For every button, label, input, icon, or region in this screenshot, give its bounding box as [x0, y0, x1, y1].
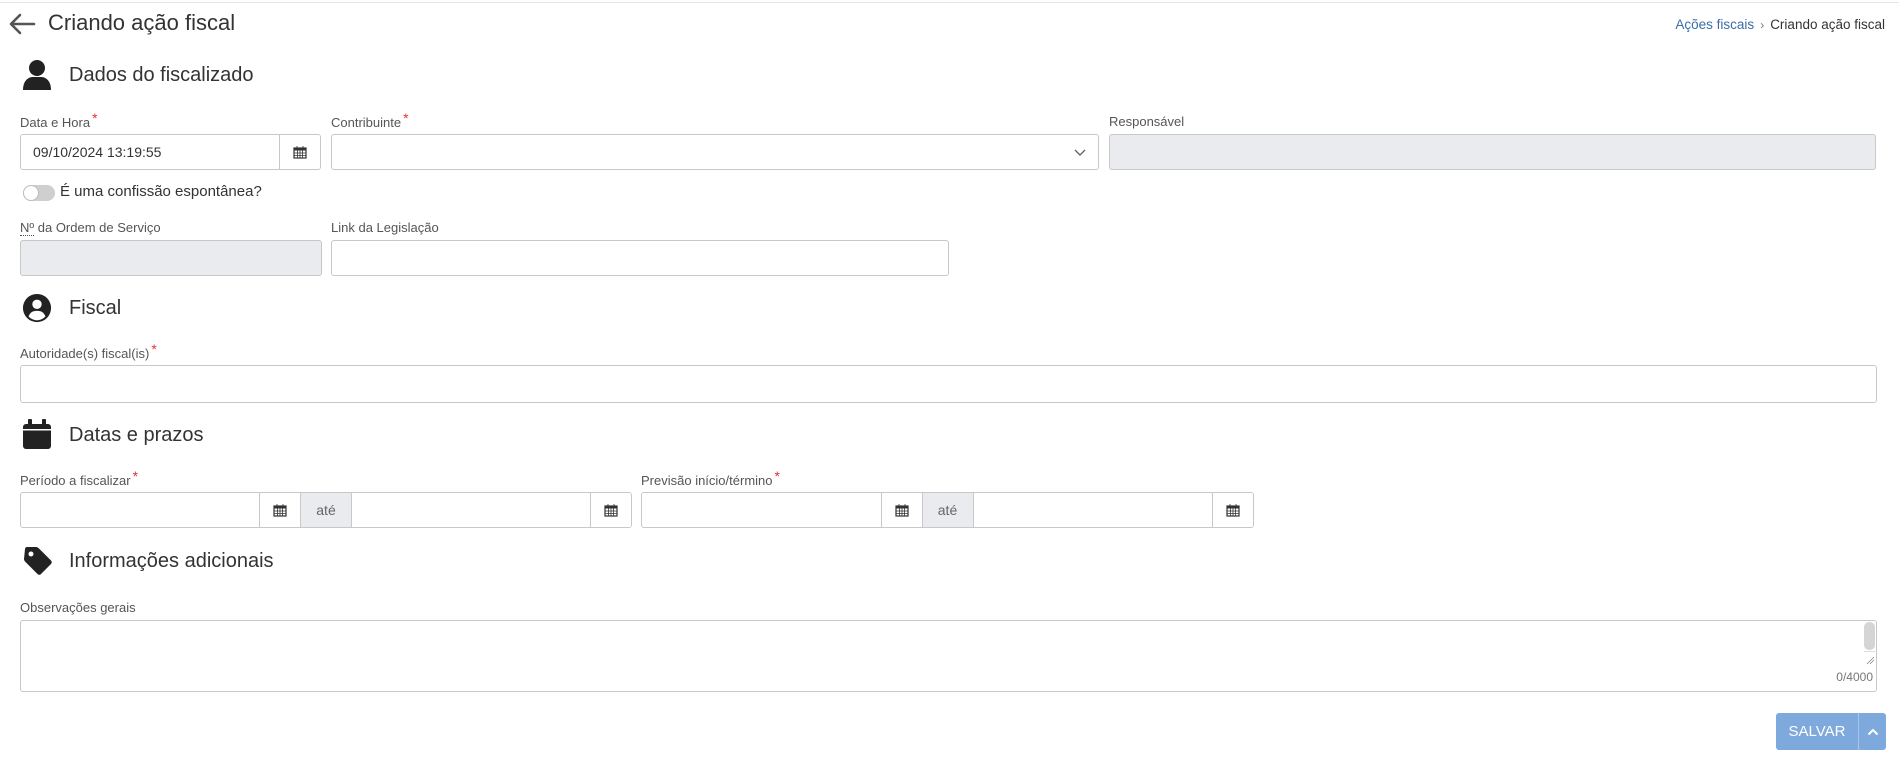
autoridades-label: Autoridade(s) fiscal(is) * [20, 341, 157, 361]
periodo-separator: até [300, 493, 351, 527]
responsavel-input [1109, 134, 1876, 170]
periodo-fim-input[interactable] [351, 493, 590, 527]
tag-icon [24, 547, 52, 575]
data-hora-calendar-button[interactable] [279, 135, 320, 169]
previsao-inicio-calendar-button[interactable] [880, 493, 922, 527]
section-title-datas: Datas e prazos [69, 424, 204, 446]
periodo-inicio-calendar-button[interactable] [259, 493, 300, 527]
confissao-label: É uma confissão espontânea? [60, 183, 262, 200]
save-button[interactable]: SALVAR [1776, 713, 1858, 750]
toggle-knob [23, 185, 39, 201]
save-button-group: SALVAR [1776, 713, 1886, 750]
previsao-fim-calendar-button[interactable] [1212, 493, 1253, 527]
data-hora-label: Data e Hora * [20, 110, 98, 130]
character-counter: 0/4000 [1836, 670, 1873, 684]
confissao-toggle[interactable] [23, 185, 55, 201]
responsavel-label: Responsável [1109, 114, 1185, 129]
page-title: Criando ação fiscal [48, 10, 236, 35]
breadcrumb: Ações fiscais › Criando ação fiscal [1675, 17, 1885, 32]
resize-grip-icon [1866, 656, 1875, 665]
periodo-inicio-input[interactable] [21, 493, 259, 527]
section-title-fiscal: Fiscal [69, 297, 122, 319]
link-legislacao-label: Link da Legislação [331, 220, 439, 235]
observacoes-textarea[interactable] [20, 620, 1877, 692]
previsao-fim-input[interactable] [972, 493, 1213, 527]
autoridades-input[interactable] [20, 365, 1877, 403]
periodo-label: Período a fiscalizar * [20, 468, 139, 488]
chevron-down-icon [1074, 149, 1086, 156]
textarea-resize-handle[interactable] [1864, 651, 1875, 665]
ordem-servico-input [20, 240, 322, 276]
calendar-icon [894, 504, 909, 517]
periodo-range: até [20, 492, 632, 528]
breadcrumb-current: Criando ação fiscal [1770, 17, 1885, 32]
calendar-icon [604, 504, 618, 517]
link-legislacao-input[interactable] [331, 240, 949, 276]
breadcrumb-separator: › [1760, 17, 1765, 32]
periodo-fim-calendar-button[interactable] [590, 493, 631, 527]
calendar-icon [273, 504, 287, 517]
data-hora-field: 09/10/2024 13:19:55 [20, 134, 321, 170]
top-divider [0, 2, 1899, 3]
previsao-inicio-input[interactable] [642, 493, 881, 527]
previsao-label: Previsão início/término * [641, 468, 780, 488]
calendar-icon [293, 146, 307, 159]
user-icon [23, 60, 51, 90]
contribuinte-label: Contribuinte * [331, 110, 409, 130]
observacoes-label: Observações gerais [20, 600, 136, 615]
calendar-icon [1226, 504, 1240, 517]
calendar-icon [23, 419, 51, 449]
arrow-left-icon[interactable] [8, 12, 36, 36]
save-options-toggle[interactable] [1858, 713, 1886, 750]
ordem-servico-label: Nº da Ordem de Serviço [20, 220, 161, 236]
user-circle-icon [22, 293, 52, 323]
section-title-fiscalizado: Dados do fiscalizado [69, 64, 254, 86]
previsao-range: até [641, 492, 1254, 528]
chevron-up-icon [1867, 728, 1878, 735]
previsao-separator: até [921, 493, 973, 527]
textarea-scrollbar[interactable] [1864, 622, 1875, 650]
section-title-info: Informações adicionais [69, 550, 274, 572]
data-hora-input[interactable]: 09/10/2024 13:19:55 [21, 135, 279, 169]
contribuinte-select[interactable] [331, 134, 1099, 170]
breadcrumb-link-acoes-fiscais[interactable]: Ações fiscais [1675, 17, 1754, 32]
